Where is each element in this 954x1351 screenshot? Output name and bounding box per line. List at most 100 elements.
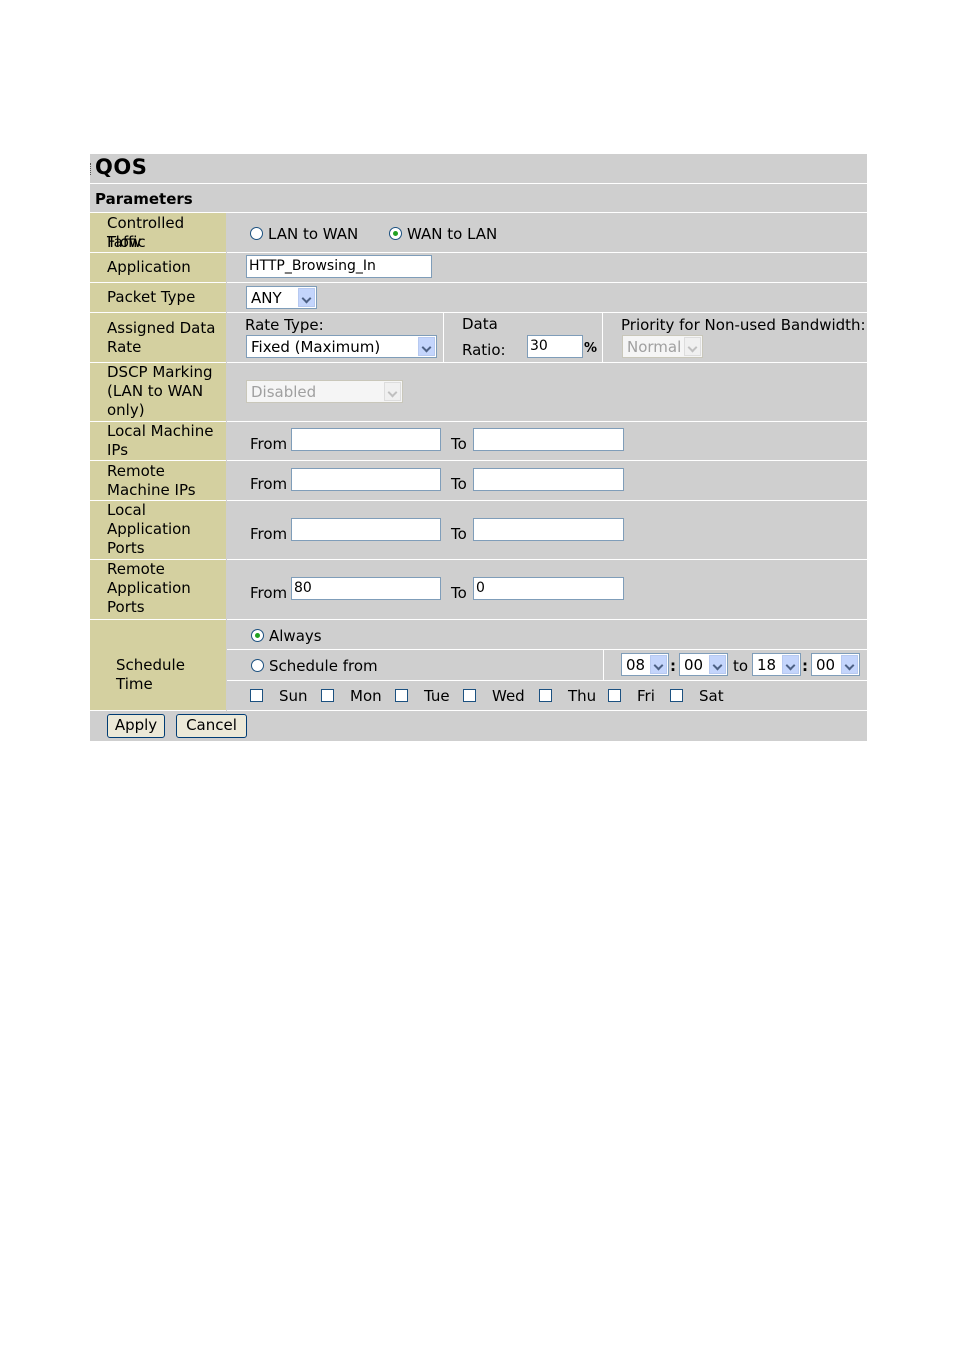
flow-label-cell: Controlled Taffic Flow: [90, 213, 226, 253]
packet-type-select[interactable]: ANY: [246, 286, 317, 309]
section-header: Parameters: [90, 184, 867, 213]
button-bar: Apply Cancel: [90, 711, 867, 741]
schedule-always-row: Always: [227, 620, 867, 650]
remote-ips-from-input[interactable]: [291, 468, 441, 491]
apply-button[interactable]: Apply: [107, 714, 165, 738]
day-label-sat: Sat: [699, 687, 724, 705]
local-ports-from-input[interactable]: [291, 518, 441, 541]
remote-ports-label-line3: Ports: [107, 598, 145, 616]
remote-ports-label-line2: Application: [107, 579, 191, 597]
application-label-cell: Application: [90, 253, 226, 283]
day-label-sun: Sun: [279, 687, 308, 705]
cancel-button[interactable]: Cancel: [176, 714, 247, 738]
schedule-divider: [603, 650, 604, 680]
checkbox-mon[interactable]: [321, 689, 334, 702]
remote-ips-from-label: From: [250, 475, 288, 493]
remote-ips-row: From To: [227, 461, 867, 501]
local-ips-to-input[interactable]: [473, 428, 624, 451]
start-minute-select[interactable]: 00: [679, 653, 728, 676]
application-row: HTTP_Browsing_In: [227, 253, 867, 283]
time-colon-1: :: [670, 657, 676, 675]
rate-type-label: Rate Type:: [245, 316, 324, 334]
percent-sign: %: [584, 341, 598, 356]
checkbox-sun[interactable]: [250, 689, 263, 702]
rate-label-line1: Assigned Data: [107, 319, 216, 337]
checkbox-thu[interactable]: [539, 689, 552, 702]
application-input[interactable]: HTTP_Browsing_In: [246, 255, 432, 278]
remote-ips-to-input[interactable]: [473, 468, 624, 491]
dscp-label-cell: DSCP Marking (LAN to WAN only): [90, 363, 226, 422]
remote-ips-label-line2: Machine IPs: [107, 481, 196, 499]
rate-divider-1: [443, 313, 444, 362]
rate-row: Rate Type: Fixed (Maximum) Data Ratio: 3…: [227, 313, 867, 363]
local-ips-from-label: From: [250, 435, 288, 453]
local-ips-from-input[interactable]: [291, 428, 441, 451]
end-minute-value: 00: [816, 656, 836, 674]
application-label: Application: [107, 258, 191, 276]
ratio-input[interactable]: 30: [527, 335, 583, 358]
local-ips-row: From To: [227, 422, 867, 461]
title-marker-icon: [90, 163, 94, 175]
checkbox-fri[interactable]: [608, 689, 621, 702]
flow-row: LAN to WAN WAN to LAN: [227, 213, 867, 253]
day-label-tue: Tue: [424, 687, 450, 705]
remote-ips-label-line1: Remote: [107, 462, 165, 480]
day-label-thu: Thu: [568, 687, 597, 705]
schedule-from-row: Schedule from 08 : 00 to 18 : 00: [227, 650, 867, 681]
start-hour-select[interactable]: 08: [621, 653, 669, 676]
start-minute-value: 00: [684, 656, 704, 674]
local-ports-to-input[interactable]: [473, 518, 624, 541]
end-minute-select[interactable]: 00: [811, 653, 860, 676]
chevron-down-icon[interactable]: [298, 288, 315, 307]
time-to-label: to: [733, 657, 749, 675]
priority-select: Normal: [622, 335, 703, 358]
remote-ips-to-label: To: [451, 475, 467, 493]
schedule-days-row: Sun Mon Tue Wed Thu Fri Sat: [227, 681, 867, 711]
chevron-down-icon: [384, 382, 401, 401]
packet-type-value: ANY: [251, 289, 282, 307]
rate-label-cell: Assigned Data Rate: [90, 313, 226, 363]
remote-ports-to-input[interactable]: 0: [473, 577, 624, 600]
end-hour-select[interactable]: 18: [752, 653, 801, 676]
ratio-label: Ratio:: [462, 341, 506, 359]
packet-type-label-cell: Packet Type: [90, 283, 226, 313]
radio-lan-to-wan[interactable]: [250, 227, 263, 240]
remote-ports-to-label: To: [451, 584, 467, 602]
chevron-down-icon[interactable]: [709, 655, 726, 674]
radio-wan-to-lan[interactable]: [389, 227, 402, 240]
local-ips-label-line2: IPs: [107, 441, 129, 459]
schedule-label: Schedule Time: [116, 656, 185, 693]
local-ips-label-line1: Local Machine: [107, 422, 214, 440]
time-colon-2: :: [802, 657, 808, 675]
checkbox-sat[interactable]: [670, 689, 683, 702]
schedule-from-label: Schedule from: [269, 657, 378, 675]
rate-type-select[interactable]: Fixed (Maximum): [246, 335, 437, 358]
wan-to-lan-label: WAN to LAN: [407, 225, 498, 243]
qos-panel: QOS Parameters Controlled Taffic Flow LA…: [90, 154, 867, 741]
radio-schedule-from[interactable]: [251, 659, 264, 672]
local-ports-label-line3: Ports: [107, 539, 145, 557]
section-title: Parameters: [95, 190, 193, 208]
dscp-label-line3: only): [107, 401, 145, 419]
priority-label: Priority for Non-used Bandwidth:: [621, 316, 866, 334]
always-label: Always: [269, 627, 322, 645]
local-ports-from-label: From: [250, 525, 288, 543]
dscp-select: Disabled: [246, 380, 403, 403]
radio-always[interactable]: [251, 629, 264, 642]
checkbox-wed[interactable]: [463, 689, 476, 702]
local-ips-label-cell: Local Machine IPs: [90, 422, 226, 461]
chevron-down-icon[interactable]: [418, 337, 435, 356]
remote-ips-label-cell: Remote Machine IPs: [90, 461, 226, 501]
remote-ports-label-line1: Remote: [107, 560, 165, 578]
chevron-down-icon[interactable]: [650, 655, 667, 674]
remote-ports-row: From 80 To 0: [227, 560, 867, 620]
remote-ports-from-input[interactable]: 80: [291, 577, 441, 600]
checkbox-tue[interactable]: [395, 689, 408, 702]
chevron-down-icon[interactable]: [782, 655, 799, 674]
page-title: QOS: [95, 155, 148, 179]
dscp-label-line2: (LAN to WAN: [107, 382, 204, 400]
chevron-down-icon[interactable]: [841, 655, 858, 674]
dscp-row: Disabled: [227, 363, 867, 422]
rate-divider-2: [602, 313, 603, 362]
dscp-value: Disabled: [251, 383, 317, 401]
